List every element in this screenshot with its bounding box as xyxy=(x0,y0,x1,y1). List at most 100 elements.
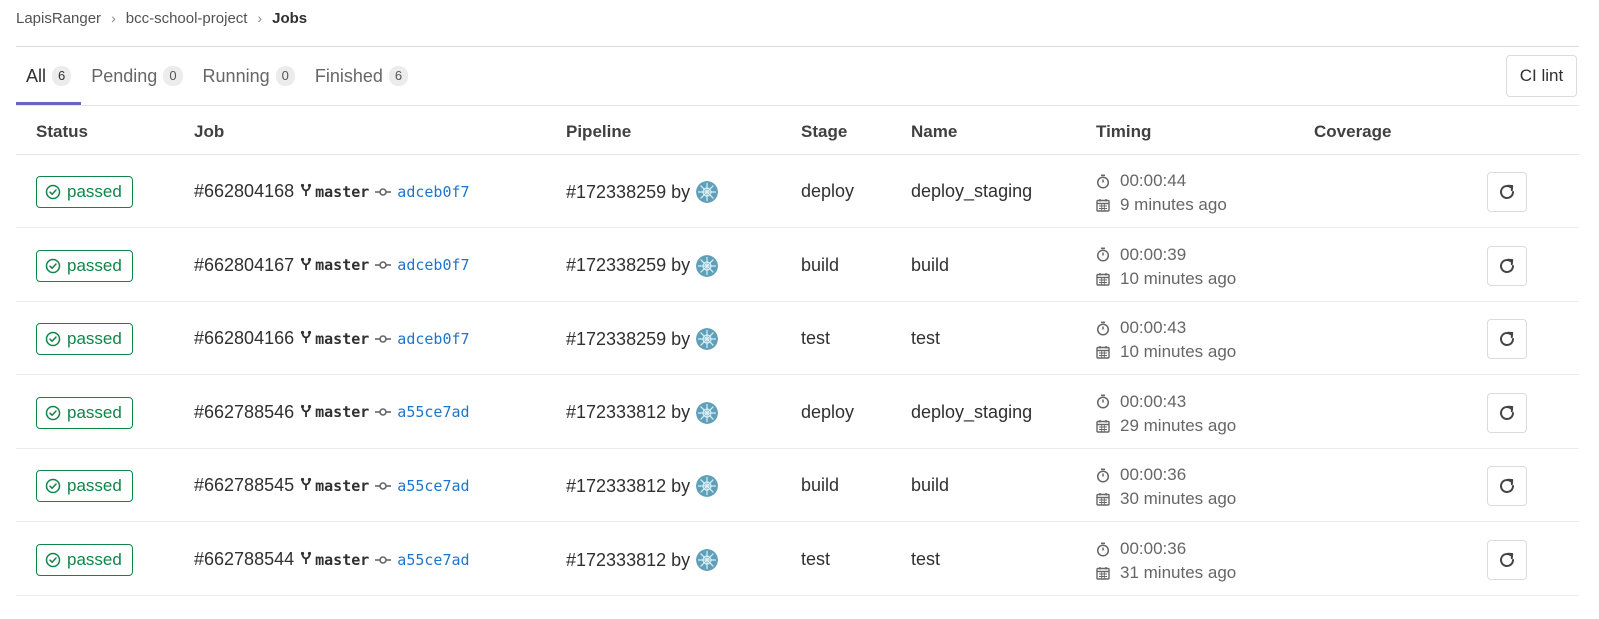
pipeline-id-link[interactable]: #172338259 xyxy=(566,329,666,350)
breadcrumb-item-project[interactable]: bcc-school-project xyxy=(126,10,248,27)
avatar[interactable] xyxy=(696,181,719,203)
finished-ago-text: 10 minutes ago xyxy=(1120,342,1237,362)
calendar-icon xyxy=(1096,493,1110,507)
job-name-cell: build xyxy=(911,475,950,496)
pipeline-id-link[interactable]: #172338259 xyxy=(566,182,666,203)
status-badge-passed[interactable]: passed xyxy=(36,249,133,282)
avatar[interactable] xyxy=(696,549,719,571)
tab-finished[interactable]: Finished 6 xyxy=(305,47,418,105)
check-circle-icon xyxy=(45,405,61,421)
duration-text: 00:00:44 xyxy=(1120,171,1187,190)
status-label: passed xyxy=(67,402,122,422)
timing-cell: 00:00:44 9 minutes ago xyxy=(1096,169,1227,217)
retry-button[interactable] xyxy=(1487,245,1527,286)
column-header-name: Name xyxy=(911,122,958,141)
commit-sha-link[interactable]: a55ce7ad xyxy=(397,477,469,495)
duration-text: 00:00:43 xyxy=(1120,391,1187,411)
check-circle-icon xyxy=(45,184,61,200)
avatar[interactable] xyxy=(696,401,719,424)
breadcrumb-current[interactable]: Jobs xyxy=(272,10,307,27)
retry-button[interactable] xyxy=(1487,466,1527,507)
avatar[interactable] xyxy=(696,328,719,351)
timer-icon xyxy=(1096,247,1110,262)
retry-button[interactable] xyxy=(1487,540,1527,580)
calendar-icon xyxy=(1096,567,1110,580)
branch-link[interactable]: master xyxy=(315,551,369,569)
finished-ago-text: 10 minutes ago xyxy=(1120,268,1237,288)
calendar-icon xyxy=(1096,272,1110,286)
pipeline-id-link[interactable]: #172338259 xyxy=(566,255,666,276)
commit-sha-link[interactable]: adceb0f7 xyxy=(397,330,469,348)
job-id-link[interactable]: #662804166 xyxy=(194,328,294,349)
job-id-link[interactable]: #662788546 xyxy=(194,402,294,423)
status-label: passed xyxy=(67,329,122,349)
duration-text: 00:00:36 xyxy=(1120,539,1187,558)
branch-icon xyxy=(300,183,312,200)
branch-link[interactable]: master xyxy=(315,403,369,421)
commit-sha-link[interactable]: a55ce7ad xyxy=(397,403,469,421)
job-cell: #662788546 master a55ce7ad xyxy=(194,402,470,423)
column-header-status: Status xyxy=(36,122,88,141)
by-label: by xyxy=(671,549,691,570)
retry-button[interactable] xyxy=(1487,392,1527,433)
status-label: passed xyxy=(67,255,122,275)
avatar[interactable] xyxy=(696,254,719,277)
check-circle-icon xyxy=(45,479,61,494)
commit-sha-link[interactable]: adceb0f7 xyxy=(397,183,469,201)
stage-cell: test xyxy=(801,549,831,569)
branch-link[interactable]: master xyxy=(315,477,369,495)
by-label: by xyxy=(671,475,691,496)
retry-button[interactable] xyxy=(1487,319,1527,360)
column-header-job: Job xyxy=(194,122,225,141)
pipeline-id-link[interactable]: #172333812 xyxy=(566,402,666,423)
table-header: Status Job Pipeline Stage Name Timing Co… xyxy=(16,106,1579,155)
column-header-coverage: Coverage xyxy=(1314,122,1392,141)
job-id-link[interactable]: #662788544 xyxy=(194,549,294,570)
pipeline-cell: #172333812 by xyxy=(566,549,719,571)
status-label: passed xyxy=(67,550,122,569)
job-name-cell: test xyxy=(911,549,941,569)
calendar-icon xyxy=(1096,199,1110,212)
timing-cell: 00:00:43 10 minutes ago xyxy=(1096,316,1236,364)
retry-button[interactable] xyxy=(1487,172,1527,212)
tab-count-badge: 0 xyxy=(163,66,183,86)
tab-count-badge: 0 xyxy=(275,66,295,86)
column-header-stage: Stage xyxy=(801,122,848,141)
branch-link[interactable]: master xyxy=(315,256,369,274)
branch-link[interactable]: master xyxy=(315,330,369,348)
duration-text: 00:00:39 xyxy=(1120,244,1187,264)
status-badge-passed[interactable]: passed xyxy=(36,323,133,356)
status-badge-passed[interactable]: passed xyxy=(36,396,133,429)
status-label: passed xyxy=(67,476,122,496)
status-badge-passed[interactable]: passed xyxy=(36,544,133,576)
avatar[interactable] xyxy=(696,475,719,498)
column-header-pipeline: Pipeline xyxy=(566,122,632,141)
status-badge-passed[interactable]: passed xyxy=(36,176,133,208)
breadcrumb-item-owner[interactable]: LapisRanger xyxy=(16,10,101,27)
job-id-link[interactable]: #662804168 xyxy=(194,181,294,202)
tab-count-badge: 6 xyxy=(52,66,72,86)
tab-all[interactable]: All 6 xyxy=(16,47,82,105)
status-badge-passed[interactable]: passed xyxy=(36,470,133,503)
timing-cell: 00:00:39 10 minutes ago xyxy=(1096,243,1236,291)
tab-running[interactable]: Running 0 xyxy=(193,47,305,105)
branch-icon xyxy=(300,257,312,274)
commit-sha-link[interactable]: adceb0f7 xyxy=(397,256,469,274)
job-name-cell: build xyxy=(911,254,950,275)
job-id-link[interactable]: #662804167 xyxy=(194,255,294,276)
timer-icon xyxy=(1096,174,1110,189)
pipeline-id-link[interactable]: #172333812 xyxy=(566,476,666,497)
duration-text: 00:00:43 xyxy=(1120,318,1187,338)
job-id-link[interactable]: #662788545 xyxy=(194,475,294,496)
commit-sha-link[interactable]: a55ce7ad xyxy=(397,551,469,569)
ci-lint-button[interactable]: CI lint xyxy=(1506,55,1577,97)
branch-link[interactable]: master xyxy=(315,183,369,201)
commit-icon xyxy=(375,407,392,417)
check-circle-icon xyxy=(45,258,61,273)
pipeline-id-link[interactable]: #172333812 xyxy=(566,550,666,571)
table-row: passed #662788544 master a55ce7ad #17233… xyxy=(16,523,1579,596)
by-label: by xyxy=(671,328,691,349)
commit-icon xyxy=(375,260,392,270)
tab-pending[interactable]: Pending 0 xyxy=(81,47,192,105)
branch-icon xyxy=(300,551,312,568)
